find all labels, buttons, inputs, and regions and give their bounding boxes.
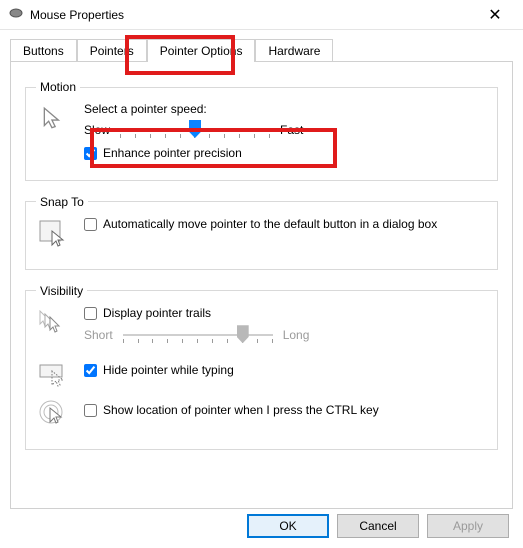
motion-label: Select a pointer speed: bbox=[84, 102, 487, 116]
enhance-precision-checkbox[interactable]: Enhance pointer precision bbox=[84, 146, 487, 162]
apply-button[interactable]: Apply bbox=[427, 514, 509, 538]
hide-typing-checkbox[interactable]: Hide pointer while typing bbox=[84, 363, 487, 379]
enhance-precision-label: Enhance pointer precision bbox=[103, 146, 242, 162]
mouse-icon bbox=[8, 7, 24, 22]
group-motion: Motion Select a pointer speed: Slow Fast bbox=[25, 80, 498, 181]
pointer-trails-checkbox[interactable]: Display pointer trails bbox=[84, 306, 487, 322]
motion-legend: Motion bbox=[36, 80, 80, 94]
snap-legend: Snap To bbox=[36, 195, 88, 209]
close-icon[interactable]: ✕ bbox=[475, 5, 515, 25]
snap-to-checkbox[interactable]: Automatically move pointer to the defaul… bbox=[84, 217, 487, 233]
group-snap-to: Snap To Automatically move pointer to th… bbox=[25, 195, 498, 270]
ok-button[interactable]: OK bbox=[247, 514, 329, 538]
tab-pointers[interactable]: Pointers bbox=[77, 39, 147, 62]
pointer-trails-icon bbox=[36, 306, 70, 340]
pointer-trails-slider bbox=[123, 325, 273, 345]
tab-pointer-options[interactable]: Pointer Options bbox=[147, 39, 256, 62]
trails-short-label: Short bbox=[84, 328, 113, 342]
title-bar: Mouse Properties ✕ bbox=[0, 0, 523, 30]
hide-typing-label: Hide pointer while typing bbox=[103, 363, 234, 379]
ctrl-locate-icon bbox=[36, 397, 70, 431]
snap-to-icon bbox=[36, 217, 70, 251]
tab-hardware[interactable]: Hardware bbox=[255, 39, 333, 62]
cursor-arrow-icon bbox=[36, 102, 70, 136]
pointer-trails-label: Display pointer trails bbox=[103, 306, 211, 322]
trails-long-label: Long bbox=[283, 328, 310, 342]
tab-content: Motion Select a pointer speed: Slow Fast bbox=[10, 61, 513, 509]
tab-buttons[interactable]: Buttons bbox=[10, 39, 77, 62]
cancel-button[interactable]: Cancel bbox=[337, 514, 419, 538]
pointer-speed-slider[interactable] bbox=[120, 120, 270, 140]
ctrl-locate-label: Show location of pointer when I press th… bbox=[103, 403, 379, 419]
tab-row: Buttons Pointers Pointer Options Hardwar… bbox=[0, 30, 523, 61]
snap-to-label: Automatically move pointer to the defaul… bbox=[103, 217, 437, 233]
hide-typing-icon bbox=[36, 357, 70, 391]
group-visibility: Visibility Display pointer trails Short bbox=[25, 284, 498, 451]
window-title: Mouse Properties bbox=[30, 8, 475, 22]
motion-slow-label: Slow bbox=[84, 123, 110, 137]
ctrl-locate-checkbox[interactable]: Show location of pointer when I press th… bbox=[84, 403, 487, 419]
visibility-legend: Visibility bbox=[36, 284, 87, 298]
dialog-button-bar: OK Cancel Apply bbox=[247, 514, 509, 538]
motion-fast-label: Fast bbox=[280, 123, 303, 137]
